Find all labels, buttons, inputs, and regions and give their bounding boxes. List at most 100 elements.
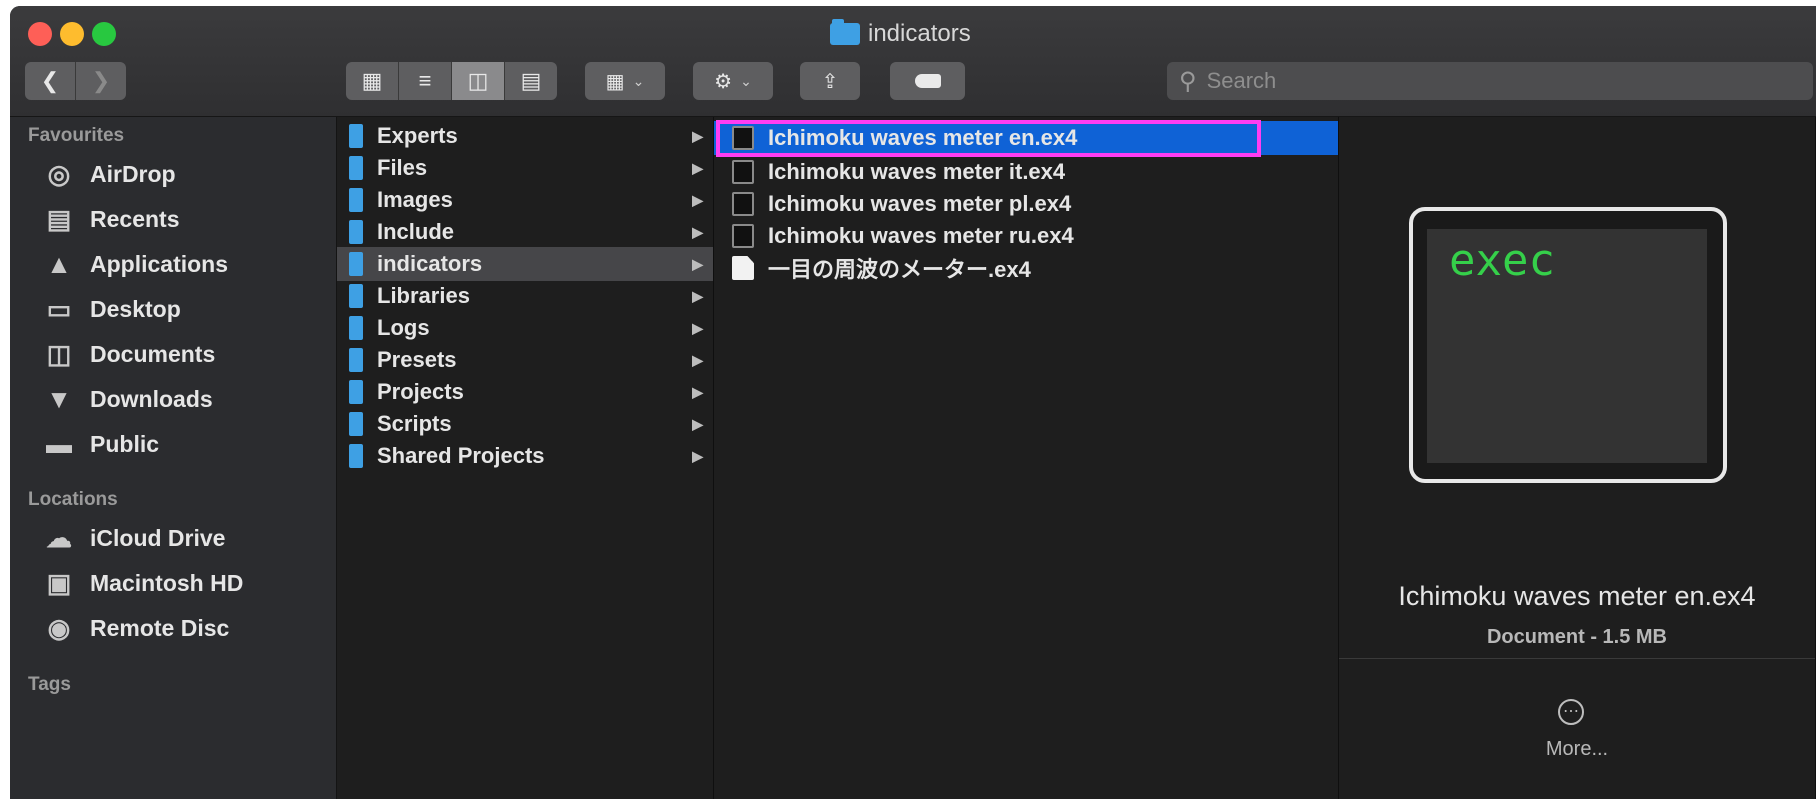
list-item[interactable]: Scripts ▶ <box>337 407 713 441</box>
window-title-label: indicators <box>868 20 971 47</box>
folder-column: Experts ▶ Files ▶ Images ▶ Include ▶ indicat… <box>337 117 714 799</box>
minimize-window-button[interactable] <box>60 22 84 46</box>
file-column: Ichimoku waves meter en.ex4 Ichimoku wav… <box>714 117 1339 799</box>
folder-name: Libraries <box>377 283 470 308</box>
folder-icon <box>830 19 860 45</box>
gallery-view-icon: ▤ <box>520 68 542 93</box>
disclosure-arrow-icon: ▶ <box>692 415 703 432</box>
disclosure-arrow-icon: ▶ <box>692 191 703 208</box>
sidebar-item-desktop[interactable]: ▭ Desktop <box>42 288 181 330</box>
sidebar-item-label: AirDrop <box>90 160 176 187</box>
exec-file-icon <box>732 160 754 184</box>
list-item[interactable]: Images ▶ <box>337 183 713 217</box>
list-item[interactable]: Presets ▶ <box>337 343 713 377</box>
list-item[interactable]: Files ▶ <box>337 151 713 185</box>
list-item[interactable]: Shared Projects ▶ <box>337 439 713 473</box>
sidebar-item-public[interactable]: ▬ Public <box>42 423 159 465</box>
disclosure-arrow-icon: ▶ <box>692 223 703 240</box>
exec-file-icon <box>732 126 754 150</box>
folder-icon <box>349 124 363 148</box>
folder-name: Include <box>377 219 455 244</box>
sidebar-item-icloud-drive[interactable]: ☁ iCloud Drive <box>42 517 225 559</box>
disclosure-arrow-icon: ▶ <box>692 383 703 400</box>
title-bar: indicators ❮ ❯ ▦ ≡ ◫ ▤ ▦ ⌄ ⚙ ⌄ ⇪ ⚲ <box>10 6 1816 117</box>
folder-icon <box>349 348 363 372</box>
disclosure-arrow-icon: ▶ <box>692 447 703 464</box>
disc-icon: ◉ <box>47 612 71 643</box>
sidebar-item-label: Recents <box>90 205 180 232</box>
divider <box>1339 658 1815 659</box>
exec-file-icon <box>732 224 754 248</box>
gallery-view-button[interactable]: ▤ <box>505 62 557 100</box>
folder-name: Logs <box>377 315 430 340</box>
zoom-window-button[interactable] <box>92 22 116 46</box>
sidebar-item-label: Macintosh HD <box>90 569 244 596</box>
share-button[interactable]: ⇪ <box>800 62 860 100</box>
list-item[interactable]: Ichimoku waves meter en.ex4 <box>714 121 1338 155</box>
navigation-buttons: ❮ ❯ <box>25 62 126 100</box>
disclosure-arrow-icon: ▶ <box>692 319 703 336</box>
close-window-button[interactable] <box>28 22 52 46</box>
disclosure-arrow-icon: ▶ <box>692 287 703 304</box>
sidebar-item-documents[interactable]: ◫ Documents <box>42 333 216 375</box>
sidebar-item-downloads[interactable]: ▼ Downloads <box>42 378 213 420</box>
more-button[interactable]: More... <box>1339 738 1815 761</box>
window-title: indicators <box>830 18 971 50</box>
list-item[interactable]: Ichimoku waves meter ru.ex4 <box>714 219 1338 253</box>
folder-icon <box>349 444 363 468</box>
chevron-down-icon: ⌄ <box>632 72 645 89</box>
back-button[interactable]: ❮ <box>25 62 76 100</box>
list-item[interactable]: Ichimoku waves meter it.ex4 <box>714 155 1338 189</box>
file-name: Ichimoku waves meter en.ex4 <box>768 125 1078 150</box>
group-by-button[interactable]: ▦ ⌄ <box>585 62 665 100</box>
recents-icon: ▤ <box>46 203 72 234</box>
favourites-header: Favourites <box>28 125 125 146</box>
chevron-down-icon: ⌄ <box>740 72 752 89</box>
search-input[interactable] <box>1204 67 1769 95</box>
sidebar-item-recents[interactable]: ▤ Recents <box>42 198 180 240</box>
action-menu-button[interactable]: ⚙ ⌄ <box>693 62 773 100</box>
applications-icon: ▲ <box>46 248 72 279</box>
folder-name: Projects <box>377 379 464 404</box>
list-view-button[interactable]: ≡ <box>399 62 452 100</box>
gear-icon: ⚙ <box>714 70 733 93</box>
column-view-icon: ◫ <box>467 68 489 93</box>
sidebar-item-applications[interactable]: ▲ Applications <box>42 243 228 285</box>
search-field[interactable]: ⚲ <box>1167 62 1813 100</box>
sidebar-item-airdrop[interactable]: ◎ AirDrop <box>42 153 176 195</box>
column-view-button[interactable]: ◫ <box>452 62 505 100</box>
folder-icon <box>349 412 363 436</box>
tag-icon <box>914 74 941 88</box>
sidebar-item-remote-disc[interactable]: ◉ Remote Disc <box>42 607 230 649</box>
folder-name: Files <box>377 155 428 180</box>
list-item[interactable]: Include ▶ <box>337 215 713 249</box>
tags-button[interactable] <box>890 62 965 100</box>
list-item[interactable]: Ichimoku waves meter pl.ex4 <box>714 187 1338 221</box>
sidebar-item-label: Remote Disc <box>90 614 230 641</box>
list-item[interactable]: Experts ▶ <box>337 119 713 153</box>
sidebar-item-label: Desktop <box>90 295 181 322</box>
disclosure-arrow-icon: ▶ <box>692 351 703 368</box>
list-item[interactable]: Projects ▶ <box>337 375 713 409</box>
list-item[interactable]: Libraries ▶ <box>337 279 713 313</box>
preview-file-name: Ichimoku waves meter en.ex4 <box>1398 581 1756 611</box>
icon-view-button[interactable]: ▦ <box>346 62 399 100</box>
folder-icon <box>349 316 363 340</box>
folder-icon <box>349 252 363 276</box>
exec-file-icon <box>732 192 754 216</box>
forward-button[interactable]: ❯ <box>76 62 126 100</box>
more-icon[interactable]: ⋯ <box>1558 699 1584 725</box>
list-item[interactable]: indicators ▶ <box>337 247 713 281</box>
terminal-screen: exec <box>1427 229 1707 463</box>
chevron-right-icon: ❯ <box>91 68 111 93</box>
list-item[interactable]: 一目の周波のメーター.ex4 <box>714 251 1338 285</box>
list-item[interactable]: Logs ▶ <box>337 311 713 345</box>
preview-pane: exec Ichimoku waves meter en.ex4 Documen… <box>1339 117 1816 799</box>
folder-icon <box>349 284 363 308</box>
sidebar-item-label: Documents <box>90 340 216 367</box>
sidebar-item-macintosh-hd[interactable]: ▣ Macintosh HD <box>42 562 244 604</box>
group-by-icon: ▦ <box>605 70 625 93</box>
folder-icon <box>349 188 363 212</box>
disclosure-arrow-icon: ▶ <box>692 255 703 272</box>
hard-drive-icon: ▣ <box>46 567 72 598</box>
